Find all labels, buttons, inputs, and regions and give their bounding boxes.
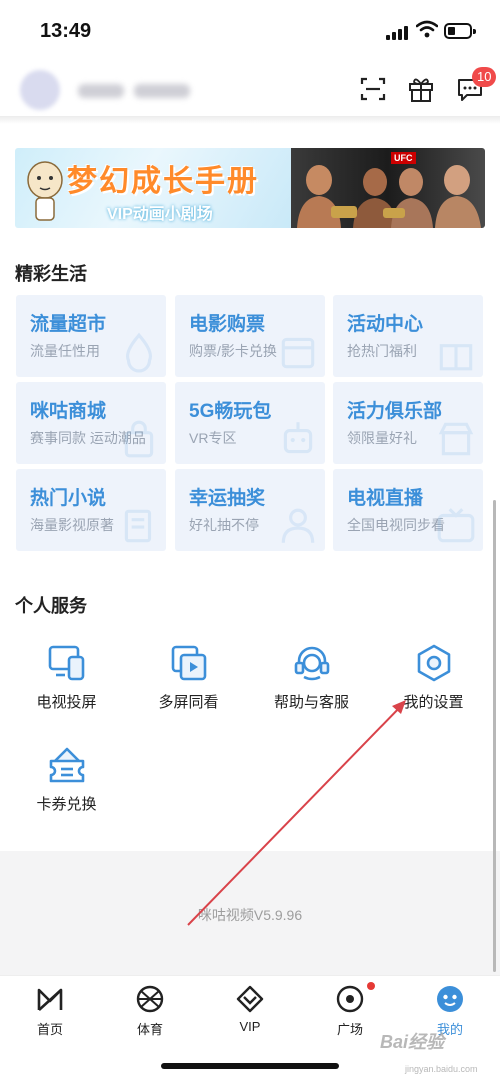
life-item-title: 活力俱乐部 [347, 401, 443, 422]
life-item-title: 幸运抽奖 [189, 488, 266, 509]
tv-cast-icon [48, 645, 84, 681]
robot-icon [283, 422, 313, 454]
life-item-subtitle: 流量任性用 [30, 343, 100, 359]
watermark-url: jingyan.baidu.com [405, 1064, 478, 1074]
service-label: 电视投屏 [36, 694, 97, 711]
username-blurred [78, 84, 124, 98]
home-icon [37, 988, 63, 1011]
profile-header [0, 62, 500, 118]
life-item-lucky-draw[interactable]: 幸运抽奖 好礼抽不停 [175, 469, 325, 551]
life-item-title: 5G畅玩包 [189, 401, 272, 422]
drop-icon [126, 332, 152, 373]
life-item-traffic-market[interactable]: 流量超市 流量任性用 [16, 295, 166, 377]
tab-home[interactable]: 首页 [0, 984, 100, 1038]
message-badge: 10 [472, 67, 497, 87]
life-item-activity-center[interactable]: 活动中心 抢热门福利 [333, 295, 483, 377]
tab-sports[interactable]: 体育 [100, 984, 200, 1038]
battery-icon [444, 23, 476, 39]
life-item-subtitle: VR专区 [189, 430, 237, 446]
banner-left-panel: 梦幻成长手册 VIP动画小剧场 [15, 148, 291, 228]
user-level-blurred [134, 84, 190, 98]
avatar[interactable] [20, 70, 60, 110]
header-divider [0, 116, 500, 124]
book-icon [124, 509, 152, 543]
service-multi-screen[interactable]: 多屏同看 [126, 643, 251, 723]
square-icon [336, 985, 364, 1013]
life-item-5g-package[interactable]: 5G畅玩包 VR专区 [175, 382, 325, 464]
life-item-title: 电影购票 [189, 314, 266, 335]
settings-icon [417, 644, 450, 682]
scrollbar[interactable] [493, 500, 496, 972]
tab-label: 体育 [136, 1022, 163, 1037]
vip-icon [236, 985, 264, 1013]
banner-subtitle: VIP动画小剧场 [107, 206, 213, 223]
life-item-title: 热门小说 [30, 488, 107, 509]
promo-banner[interactable]: 梦幻成长手册 VIP动画小剧场 UFC [15, 148, 485, 228]
life-item-subtitle: 领限量好礼 [347, 430, 417, 446]
service-label: 卡券兑换 [36, 796, 97, 813]
life-item-subtitle: 全国电视同步看 [347, 517, 445, 533]
life-item-vitality-club[interactable]: 活力俱乐部 领限量好礼 [333, 382, 483, 464]
service-label: 我的设置 [403, 694, 464, 711]
service-coupon[interactable]: 卡券兑换 [4, 745, 129, 825]
life-item-subtitle: 抢热门福利 [347, 343, 417, 359]
life-item-subtitle: 购票/影卡兑换 [189, 343, 277, 359]
service-help[interactable]: 帮助与客服 [249, 643, 374, 723]
life-item-tv-live[interactable]: 电视直播 全国电视同步看 [333, 469, 483, 551]
live-icon [437, 508, 475, 543]
film-icon [281, 337, 315, 369]
cartoon-character-icon [27, 161, 63, 221]
app-version: 咪咕视频V5.9.96 [197, 907, 303, 923]
banner-pager [243, 220, 283, 224]
scan-icon[interactable] [358, 74, 388, 104]
gift-icon [439, 344, 473, 371]
headset-icon [294, 646, 329, 681]
status-time: 13:49 [40, 20, 92, 42]
life-item-title: 活动中心 [347, 314, 424, 335]
fighters-image [297, 165, 481, 228]
me-icon [437, 986, 463, 1012]
status-bar: 13:49 [0, 0, 500, 62]
signal-icon [386, 24, 410, 40]
service-label: 多屏同看 [158, 694, 219, 711]
square-notification-dot [367, 982, 375, 990]
life-item-subtitle: 好礼抽不停 [189, 517, 259, 533]
life-item-migu-mall[interactable]: 咪咕商城 赛事同款 运动潮品 [16, 382, 166, 464]
shop-icon [438, 422, 474, 456]
gift-icon[interactable] [406, 74, 436, 104]
banner-title: 梦幻成长手册 [67, 165, 259, 198]
service-section-title: 个人服务 [15, 596, 87, 616]
life-item-title: 咪咕商城 [30, 401, 107, 422]
basketball-icon [136, 985, 164, 1013]
tab-vip[interactable]: VIP [200, 984, 300, 1034]
home-indicator[interactable] [161, 1063, 339, 1069]
coupon-icon [49, 747, 84, 783]
life-section-title: 精彩生活 [15, 264, 87, 284]
tab-label: VIP [239, 1019, 261, 1034]
service-tv-cast[interactable]: 电视投屏 [4, 643, 129, 723]
service-settings[interactable]: 我的设置 [371, 643, 496, 723]
watermark: Bai经验 [380, 1032, 445, 1052]
person-icon [281, 508, 315, 543]
banner-right-panel: UFC [291, 148, 485, 228]
life-item-title: 流量超市 [30, 314, 107, 335]
service-label: 帮助与客服 [273, 694, 349, 711]
tab-label: 首页 [36, 1022, 63, 1037]
multi-screen-icon [171, 645, 206, 681]
life-item-subtitle: 海量影视原著 [30, 517, 114, 533]
life-item-hot-novels[interactable]: 热门小说 海量影视原著 [16, 469, 166, 551]
life-item-movie-tickets[interactable]: 电影购票 购票/影卡兑换 [175, 295, 325, 377]
bag-icon [124, 420, 154, 458]
life-item-title: 电视直播 [347, 488, 424, 509]
wifi-icon [416, 20, 438, 38]
